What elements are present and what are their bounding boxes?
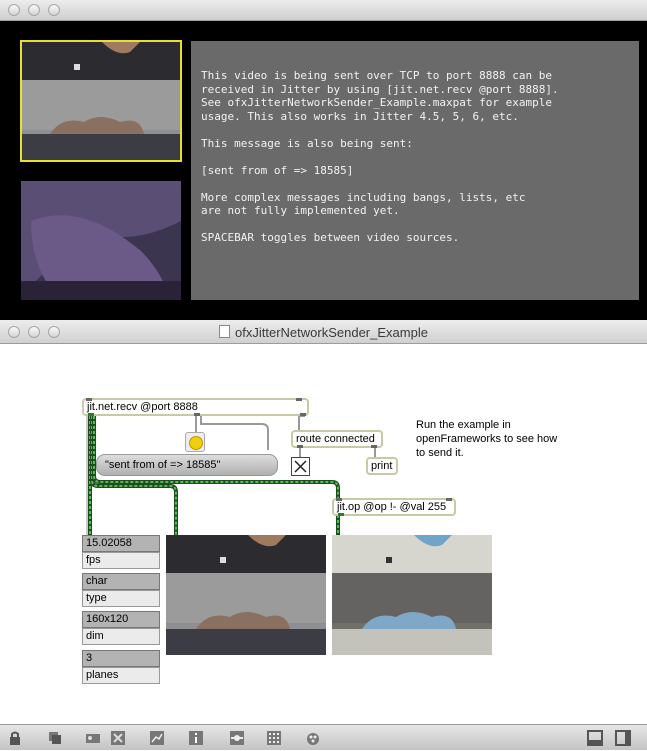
inlet[interactable] (296, 398, 302, 401)
webcam-frame-image (21, 181, 181, 300)
info-text-3: [sent from of => 18585] (201, 163, 354, 177)
video-window-titlebar (0, 0, 647, 21)
outlet[interactable] (371, 445, 377, 448)
video-window: This video is being sent over TCP to por… (0, 0, 647, 320)
fps-readout[interactable]: 15.02058 (82, 535, 160, 552)
patcher-tools-icon[interactable] (85, 730, 101, 746)
close-square-icon[interactable] (110, 730, 126, 746)
patcher-toolbar (0, 724, 647, 750)
outlet[interactable] (338, 513, 344, 516)
object-text: jit.op @op !- @val 255 (337, 501, 447, 513)
info-text-6: SPACEBAR toggles between video sources. (201, 231, 460, 244)
fps-label: fps (82, 552, 160, 569)
video-preview-secondary[interactable] (21, 181, 181, 300)
object-text: jit.net.recv @port 8888 (87, 401, 198, 413)
connect-icon[interactable] (229, 730, 245, 746)
object-text: print (371, 460, 393, 472)
toggle[interactable] (291, 457, 310, 476)
outlet[interactable] (88, 413, 94, 416)
planes-label: planes (82, 667, 160, 684)
info-text-2: This message is also being sent: (201, 136, 413, 150)
dim-readout[interactable]: 160x120 (82, 611, 160, 628)
video-display-original[interactable] (166, 535, 326, 655)
inlet[interactable] (86, 398, 92, 401)
webcam-frame-image (166, 535, 326, 655)
message-box[interactable]: "sent from of => 18585" (96, 454, 278, 476)
patcher-window: ofxJitterNetworkSender_Example jit.net.r… (0, 320, 647, 750)
webcam-frame-image (22, 42, 180, 160)
planes-readout[interactable]: 3 (82, 650, 160, 667)
chart-icon[interactable] (149, 730, 165, 746)
info-icon[interactable] (188, 730, 204, 746)
grid-icon[interactable] (266, 730, 282, 746)
inlet[interactable] (336, 498, 342, 501)
jit-op-object[interactable]: jit.op @op !- @val 255 (332, 498, 456, 516)
lock-icon[interactable] (7, 730, 23, 746)
outlet[interactable] (297, 445, 303, 448)
bang-indicator (189, 436, 203, 450)
paint-icon[interactable] (305, 730, 321, 746)
bang-button[interactable] (185, 432, 205, 452)
video-preview-selected[interactable] (20, 40, 182, 162)
minimize-window-button[interactable] (28, 4, 40, 16)
instruction-comment: Run the example in openFrameworks to see… (416, 419, 558, 459)
info-text-1: This video is being sent over TCP to por… (201, 69, 559, 123)
video-display-inverted[interactable] (332, 535, 492, 655)
dim-label: dim (82, 628, 160, 645)
split-icon[interactable] (615, 730, 631, 746)
presentation-icon[interactable] (47, 730, 63, 746)
zoom-window-button[interactable] (48, 4, 60, 16)
info-panel: This video is being sent over TCP to por… (191, 41, 639, 300)
object-text: route connected (296, 433, 375, 445)
info-text-4: More complex messages including bangs, l… (201, 190, 526, 218)
toggle-x-icon (294, 460, 307, 473)
outlet[interactable] (300, 413, 306, 416)
type-label: type (82, 590, 160, 607)
route-connected-object[interactable]: route connected (291, 430, 383, 448)
sidebar-icon[interactable] (587, 730, 603, 746)
type-readout[interactable]: char (82, 573, 160, 590)
inlet[interactable] (446, 498, 452, 501)
print-object[interactable]: print (366, 457, 398, 475)
webcam-frame-inverted-image (332, 535, 492, 655)
jit-net-recv-object[interactable]: jit.net.recv @port 8888 (82, 398, 309, 416)
outlet[interactable] (194, 413, 200, 416)
close-window-button[interactable] (8, 4, 20, 16)
